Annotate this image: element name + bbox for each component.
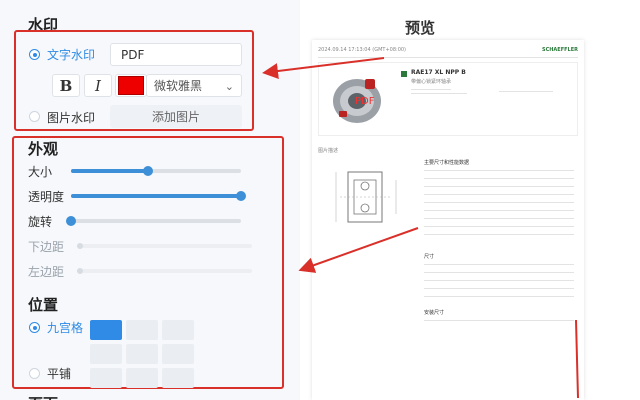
preview-document: 2024.09.14 17:13:04 (GMT+08:00) SCHAEFFL… — [312, 40, 584, 400]
grid-cell[interactable] — [126, 344, 158, 364]
size-slider[interactable] — [71, 166, 241, 176]
appearance-section-title: 外观 — [28, 140, 59, 158]
placeholder-line — [499, 91, 553, 92]
position-section-title: 位置 — [28, 296, 59, 314]
opacity-slider-fill — [71, 194, 241, 198]
grid-cell[interactable] — [126, 368, 158, 388]
grid-position-radio[interactable] — [29, 322, 40, 333]
table-row — [424, 226, 574, 227]
table-title: 主要尺寸和性能数据 — [424, 160, 470, 166]
opacity-slider[interactable] — [71, 191, 246, 201]
table-row — [424, 194, 574, 195]
table-row — [424, 170, 574, 171]
rotation-slider-handle[interactable] — [66, 216, 76, 226]
bold-button[interactable]: B — [52, 74, 80, 97]
grid-cell[interactable] — [90, 344, 122, 364]
placeholder-line — [411, 89, 451, 90]
opacity-slider-handle[interactable] — [236, 191, 246, 201]
brand-mark-icon — [401, 71, 407, 77]
tile-position-radio[interactable] — [29, 368, 40, 379]
image-watermark-radio[interactable] — [29, 111, 40, 122]
preview-watermark: PDF — [355, 96, 375, 107]
grid-cell[interactable] — [126, 320, 158, 340]
table-row — [424, 202, 574, 203]
color-swatch — [118, 76, 144, 95]
placeholder-line — [411, 93, 467, 94]
size-label: 大小 — [28, 165, 53, 179]
table-row — [424, 296, 574, 297]
grid-cell[interactable] — [162, 320, 194, 340]
size-slider-fill — [71, 169, 148, 173]
bottom-margin-label: 下边距 — [28, 240, 65, 254]
opacity-label: 透明度 — [28, 190, 65, 204]
table-row — [424, 234, 574, 235]
bottom-margin-slider-handle — [77, 243, 83, 249]
grid-cell[interactable] — [162, 368, 194, 388]
font-select[interactable]: 微软雅黑 ⌄ — [146, 74, 242, 97]
settings-panel: 水印 文字水印 PDF B I 微软雅黑 ⌄ 图片水印 添加图片 外观 大小 透… — [0, 0, 300, 400]
table-block-title: 安装尺寸 — [424, 310, 445, 316]
table-row — [424, 280, 574, 281]
grid-cell[interactable] — [90, 320, 122, 340]
table-row — [424, 320, 574, 321]
preview-title: 预览 — [405, 19, 436, 37]
table-row — [424, 186, 574, 187]
rotation-slider[interactable] — [66, 216, 241, 226]
table-row — [424, 178, 574, 179]
table-row — [424, 218, 574, 219]
bottom-margin-slider — [77, 243, 252, 249]
tile-position-label[interactable]: 平铺 — [47, 365, 71, 382]
text-watermark-label[interactable]: 文字水印 — [47, 46, 95, 63]
page-section-title: 页面 — [28, 393, 58, 400]
table-block-title: 尺寸 — [424, 254, 435, 260]
image-watermark-label[interactable]: 图片水印 — [47, 109, 95, 126]
grid-cell[interactable] — [162, 344, 194, 364]
product-name: RAE17 XL NPP B — [411, 69, 466, 76]
grid-position-label[interactable]: 九宫格 — [47, 319, 83, 336]
doc-header-timestamp: 2024.09.14 17:13:04 (GMT+08:00) — [318, 47, 407, 53]
left-margin-slider-handle — [77, 268, 83, 274]
product-subtitle: 带偏心锁紧环轴承 — [411, 79, 452, 85]
text-watermark-radio[interactable] — [29, 49, 40, 60]
left-margin-label: 左边距 — [28, 265, 65, 279]
chevron-down-icon: ⌄ — [224, 80, 234, 93]
table-row — [424, 210, 574, 211]
rotation-label: 旋转 — [28, 215, 53, 229]
left-margin-slider — [77, 268, 252, 274]
product-card: PDF RAE17 XL NPP B 带偏心锁紧环轴承 — [318, 62, 578, 136]
italic-button[interactable]: I — [84, 74, 112, 97]
table-row — [424, 264, 574, 265]
color-picker-button[interactable] — [115, 74, 147, 97]
drawing-section-label: 图片描述 — [318, 148, 339, 154]
grid-cell[interactable] — [90, 368, 122, 388]
doc-brand: SCHAEFFLER — [541, 47, 578, 53]
watermark-text-input[interactable]: PDF — [110, 43, 242, 66]
doc-rule — [318, 57, 578, 58]
table-row — [424, 272, 574, 273]
add-image-button[interactable]: 添加图片 — [110, 105, 242, 128]
table-row — [424, 288, 574, 289]
technical-drawing — [335, 171, 397, 223]
font-select-value: 微软雅黑 — [154, 79, 203, 93]
size-slider-handle[interactable] — [142, 166, 153, 176]
